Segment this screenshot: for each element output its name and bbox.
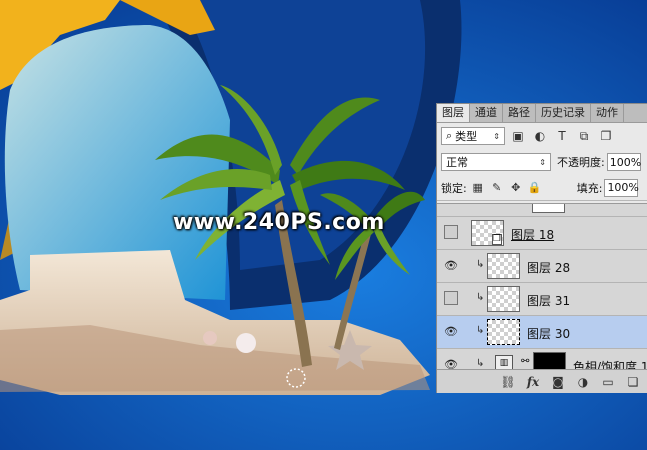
layer-row[interactable]: 👁 ↳ 图层 28 bbox=[437, 250, 647, 283]
eye-icon[interactable]: 👁 bbox=[444, 324, 458, 338]
new-layer-icon[interactable]: ❏ bbox=[624, 375, 642, 389]
tab-2[interactable]: 路径 bbox=[503, 104, 536, 122]
smart-object-thumbnail: ❐ bbox=[471, 220, 504, 246]
layers-panel: 图层 通道 路径 历史记录 动作 ⌕ 类型 ⇕ ▣ ◐ T ⧉ ❐ 正常 ⇕ 不透明度:… bbox=[436, 103, 647, 393]
lock-pixels-icon[interactable]: ✎ bbox=[489, 180, 505, 196]
new-fill-adjustment-icon[interactable]: ◑ bbox=[574, 375, 592, 389]
blend-mode-select[interactable]: 正常 ⇕ bbox=[441, 153, 551, 171]
new-group-icon[interactable]: ▭ bbox=[599, 375, 617, 389]
lock-transparent-icon[interactable]: ▦ bbox=[470, 180, 486, 196]
spinner-arrows-icon: ⇕ bbox=[493, 131, 500, 141]
clipping-mask-icon: ↳ bbox=[476, 259, 485, 270]
blend-row: 正常 ⇕ 不透明度: 100% bbox=[437, 149, 647, 175]
lock-position-icon[interactable]: ✥ bbox=[508, 180, 524, 196]
layer-row-partial[interactable] bbox=[437, 204, 647, 217]
fx-icon[interactable]: fx bbox=[524, 375, 542, 389]
add-mask-icon[interactable]: ◙ bbox=[549, 375, 567, 389]
layer-row-selected[interactable]: 👁 ↳ 图层 30 bbox=[437, 316, 647, 349]
opacity-label: 不透明度: bbox=[557, 156, 605, 169]
visibility-toggle[interactable] bbox=[444, 291, 458, 305]
blend-mode-value: 正常 bbox=[446, 156, 468, 169]
tab-0[interactable]: 图层 bbox=[437, 104, 470, 122]
lock-all-icon[interactable]: 🔒 bbox=[527, 180, 543, 196]
adjustment-filter-icon[interactable]: ◐ bbox=[531, 127, 549, 145]
layer-thumbnail bbox=[487, 286, 520, 312]
filter-kind-label: 类型 bbox=[455, 130, 478, 143]
shape-filter-icon[interactable]: ⧉ bbox=[575, 127, 593, 145]
tab-1[interactable]: 通道 bbox=[470, 104, 503, 122]
link-icon: ⚯ bbox=[521, 356, 530, 367]
adjustment-layer-icon: ▥ bbox=[495, 355, 513, 370]
opacity-value: 100% bbox=[609, 155, 642, 169]
layer-thumbnail bbox=[487, 253, 520, 279]
type-filter-icon[interactable]: T bbox=[553, 127, 571, 145]
filter-row: ⌕ 类型 ⇕ ▣ ◐ T ⧉ ❐ bbox=[437, 123, 647, 149]
smart-object-filter-icon[interactable]: ❐ bbox=[597, 127, 615, 145]
fill-value: 100% bbox=[607, 181, 639, 194]
clipping-mask-icon: ↳ bbox=[476, 358, 485, 369]
link-layers-icon[interactable]: ⛓ bbox=[499, 375, 517, 389]
eye-icon[interactable]: 👁 bbox=[444, 258, 458, 272]
layer-name: 图层 28 bbox=[527, 261, 571, 275]
smart-object-badge-icon: ❐ bbox=[491, 234, 502, 245]
fill-label: 填充: bbox=[576, 181, 603, 195]
layer-row[interactable]: ↳ 图层 31 bbox=[437, 283, 647, 316]
layer-name: 图层 31 bbox=[527, 294, 571, 308]
layer-list[interactable]: ❐ 图层 18 👁 ↳ 图层 28 ↳ 图层 31 👁 ↳ 图层 30 👁 ↳ … bbox=[437, 203, 647, 370]
lock-label: 锁定: bbox=[441, 181, 467, 195]
layer-row[interactable]: ❐ 图层 18 bbox=[437, 217, 647, 250]
clipping-mask-icon: ↳ bbox=[476, 325, 485, 336]
watermark-text: www.240PS.com bbox=[173, 210, 385, 235]
spinner-arrows-icon: ⇕ bbox=[539, 157, 546, 167]
panel-tabs: 图层 通道 路径 历史记录 动作 bbox=[437, 104, 647, 123]
visibility-toggle[interactable] bbox=[444, 225, 458, 239]
layer-row[interactable]: 👁 ↳ ▥ ⚯ 色相/饱和度 1 bbox=[437, 349, 647, 370]
tab-4[interactable]: 动作 bbox=[591, 104, 624, 122]
panel-bottom-bar: ⛓ fx ◙ ◑ ▭ ❏ bbox=[437, 369, 647, 393]
image-filter-icon[interactable]: ▣ bbox=[509, 127, 527, 145]
layer-mask-thumbnail bbox=[533, 352, 566, 370]
filter-kind-select[interactable]: ⌕ 类型 ⇕ bbox=[441, 127, 505, 145]
fill-input[interactable]: 100% bbox=[604, 178, 639, 197]
layer-name: 图层 18 bbox=[511, 228, 555, 242]
tab-3[interactable]: 历史记录 bbox=[536, 104, 591, 122]
clipping-mask-icon: ↳ bbox=[476, 292, 485, 303]
search-icon: ⌕ bbox=[446, 129, 453, 142]
opacity-input[interactable]: 100% bbox=[606, 153, 642, 171]
layer-name: 图层 30 bbox=[527, 327, 571, 341]
layer-thumbnail bbox=[532, 204, 565, 213]
lock-row: 锁定: ▦ ✎ ✥ 🔒 填充: 100% bbox=[437, 175, 647, 201]
layer-thumbnail bbox=[487, 319, 520, 345]
